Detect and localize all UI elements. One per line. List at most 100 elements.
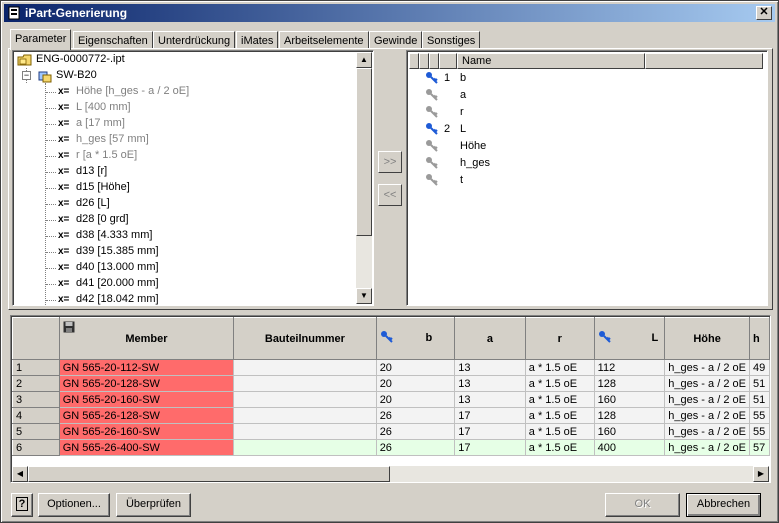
list-item[interactable]: Höhe [408, 138, 763, 155]
cell-b[interactable]: 20 [375, 359, 456, 376]
add-parameter-button[interactable]: >> [378, 151, 402, 173]
cell-hoehe[interactable]: h_ges - a / 2 oE [664, 423, 750, 440]
list-item[interactable]: r [408, 104, 763, 121]
cell-a[interactable]: 13 [454, 391, 526, 408]
tab-eigenschaften[interactable]: Eigenschaften [73, 31, 153, 49]
key-icon[interactable] [425, 71, 439, 85]
row-number[interactable]: 6 [12, 439, 60, 456]
cell-r[interactable]: a * 1.5 oE [524, 375, 595, 392]
cell-hoehe[interactable]: h_ges - a / 2 oE [664, 375, 750, 392]
list-item[interactable]: 1b [408, 70, 763, 87]
col-header-a[interactable]: a [454, 317, 526, 360]
key-icon[interactable] [425, 173, 439, 187]
cell-L[interactable]: 400 [593, 439, 666, 456]
table-row[interactable]: 4 GN 565-26-128-SW 26 17 a * 1.5 oE 128 h_ges … [12, 407, 770, 424]
col-header-L[interactable]: L [593, 317, 666, 360]
key-icon[interactable] [425, 122, 439, 136]
list-item[interactable]: h_ges [408, 155, 763, 172]
cell-partnumber[interactable] [233, 375, 377, 392]
remove-parameter-button[interactable]: << [378, 184, 402, 206]
cell-b[interactable]: 26 [375, 439, 456, 456]
cell-member[interactable]: GN 565-20-128-SW [58, 375, 235, 392]
cell-member[interactable]: GN 565-20-160-SW [58, 391, 235, 408]
cell-r[interactable]: a * 1.5 oE [524, 391, 595, 408]
cell-a[interactable]: 13 [454, 359, 526, 376]
cell-a[interactable]: 17 [454, 407, 526, 424]
col-header-next[interactable]: h [748, 317, 770, 360]
cell-r[interactable]: a * 1.5 oE [524, 359, 595, 376]
list-item[interactable]: 2L [408, 121, 763, 138]
parameter-tree[interactable]: ENG-0000772-.ipt − SW-B20 x= Höhe [h_ges … [12, 50, 374, 306]
options-button[interactable]: Optionen... [38, 493, 110, 517]
row-number[interactable]: 3 [12, 391, 60, 408]
row-number[interactable]: 4 [12, 407, 60, 424]
cell-next[interactable]: 55 [748, 407, 770, 424]
cell-member[interactable]: GN 565-26-160-SW [58, 423, 235, 440]
cell-a[interactable]: 17 [454, 439, 526, 456]
col-header-r[interactable]: r [524, 317, 595, 360]
cell-partnumber[interactable] [233, 439, 377, 456]
cell-a[interactable]: 13 [454, 375, 526, 392]
ok-button[interactable]: OK [605, 493, 680, 517]
cell-member[interactable]: GN 565-20-112-SW [58, 359, 235, 376]
row-number[interactable]: 1 [12, 359, 60, 376]
cell-member[interactable]: GN 565-26-400-SW [58, 439, 235, 456]
key-icon[interactable] [425, 88, 439, 102]
cell-next[interactable]: 57 [748, 439, 770, 456]
cell-next[interactable]: 49 [748, 359, 770, 376]
table-row[interactable]: 3 GN 565-20-160-SW 20 13 a * 1.5 oE 160 h_ges … [12, 391, 770, 408]
col-header-b[interactable]: b [375, 317, 456, 360]
cell-b[interactable]: 20 [375, 391, 456, 408]
cell-L[interactable]: 160 [593, 423, 666, 440]
key-icon[interactable] [425, 139, 439, 153]
tab-unterdrueckung[interactable]: Unterdrückung [153, 31, 236, 49]
scroll-up-icon[interactable]: ▲ [356, 52, 372, 68]
cell-L[interactable]: 112 [593, 359, 666, 376]
cell-r[interactable]: a * 1.5 oE [524, 423, 595, 440]
col-header-hoehe[interactable]: Höhe [664, 317, 750, 360]
cell-L[interactable]: 128 [593, 407, 666, 424]
tab-parameter[interactable]: Parameter [10, 29, 72, 50]
cell-partnumber[interactable] [233, 423, 377, 440]
key-icon[interactable] [425, 156, 439, 170]
cell-b[interactable]: 26 [375, 423, 456, 440]
scroll-left-icon[interactable]: ◀ [12, 466, 28, 482]
key-icon[interactable] [425, 105, 439, 119]
row-number[interactable]: 5 [12, 423, 60, 440]
member-table[interactable]: Member Bauteilnummer b a r L Höhe h 1 GN… [10, 315, 771, 483]
cell-a[interactable]: 17 [454, 423, 526, 440]
cell-partnumber[interactable] [233, 359, 377, 376]
tab-sonstiges[interactable]: Sonstiges [422, 31, 481, 49]
cell-L[interactable]: 160 [593, 391, 666, 408]
col-header-member[interactable]: Member [58, 317, 235, 360]
cell-L[interactable]: 128 [593, 375, 666, 392]
tab-arbeitselemente[interactable]: Arbeitselemente [279, 31, 369, 49]
cell-r[interactable]: a * 1.5 oE [524, 407, 595, 424]
cell-r[interactable]: a * 1.5 oE [524, 439, 595, 456]
selected-parameters-list[interactable]: Name 1 b a r 2 L Höhe h_ges t [406, 50, 768, 306]
close-button[interactable]: ✕ [756, 6, 772, 20]
cell-next[interactable]: 55 [748, 423, 770, 440]
scroll-right-icon[interactable]: ▶ [753, 466, 769, 482]
cell-partnumber[interactable] [233, 407, 377, 424]
scroll-thumb[interactable] [28, 466, 390, 482]
cell-hoehe[interactable]: h_ges - a / 2 oE [664, 439, 750, 456]
table-row[interactable]: 1 GN 565-20-112-SW 20 13 a * 1.5 oE 112 h_ges … [12, 359, 770, 376]
table-row[interactable]: 2 GN 565-20-128-SW 20 13 a * 1.5 oE 128 h_ges … [12, 375, 770, 392]
grid-horizontal-scrollbar[interactable]: ◀ ▶ [12, 466, 769, 482]
table-row[interactable]: 5 GN 565-26-160-SW 26 17 a * 1.5 oE 160 h_ges … [12, 423, 770, 440]
list-item[interactable]: a [408, 87, 763, 104]
cell-partnumber[interactable] [233, 391, 377, 408]
cell-next[interactable]: 51 [748, 391, 770, 408]
collapse-icon[interactable]: − [22, 71, 31, 80]
table-row[interactable]: 6 GN 565-26-400-SW 26 17 a * 1.5 oE 400 h_ges … [12, 439, 770, 456]
list-item[interactable]: t [408, 172, 763, 189]
cell-b[interactable]: 26 [375, 407, 456, 424]
scroll-thumb[interactable] [356, 68, 372, 236]
cell-hoehe[interactable]: h_ges - a / 2 oE [664, 407, 750, 424]
row-number[interactable]: 2 [12, 375, 60, 392]
scroll-down-icon[interactable]: ▼ [356, 288, 372, 304]
cell-b[interactable]: 20 [375, 375, 456, 392]
list-header-name[interactable]: Name [457, 53, 645, 69]
cell-member[interactable]: GN 565-26-128-SW [58, 407, 235, 424]
